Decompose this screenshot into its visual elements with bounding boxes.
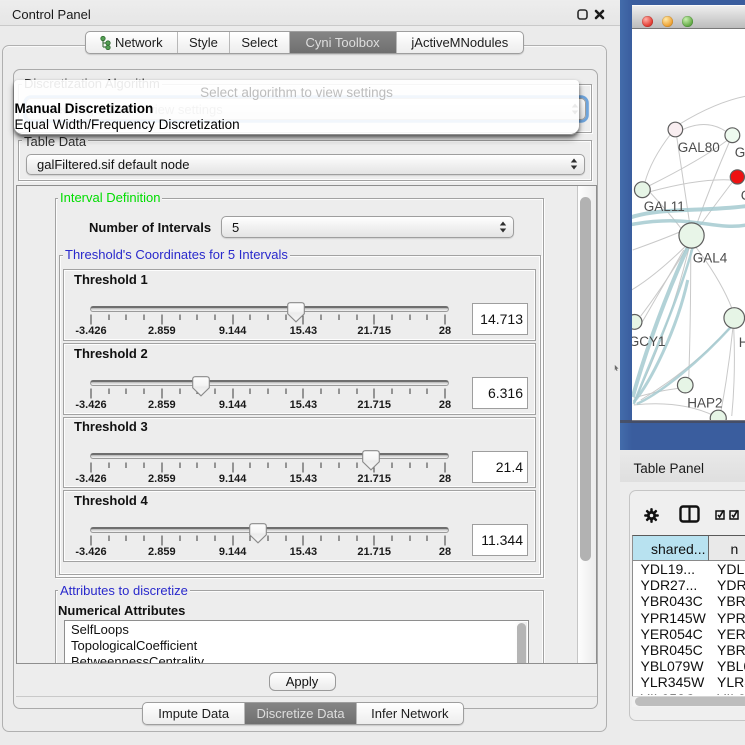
- svg-text:GAL4: GAL4: [692, 251, 727, 266]
- svg-text:GAL11: GAL11: [643, 199, 684, 214]
- svg-text:H: H: [738, 335, 745, 350]
- svg-text:GAL80: GAL80: [677, 140, 719, 155]
- svg-text:HAP2: HAP2: [687, 396, 722, 411]
- svg-text:G.: G.: [734, 145, 745, 160]
- svg-text:GCY1: GCY1: [632, 334, 666, 349]
- svg-text:C: C: [740, 188, 745, 203]
